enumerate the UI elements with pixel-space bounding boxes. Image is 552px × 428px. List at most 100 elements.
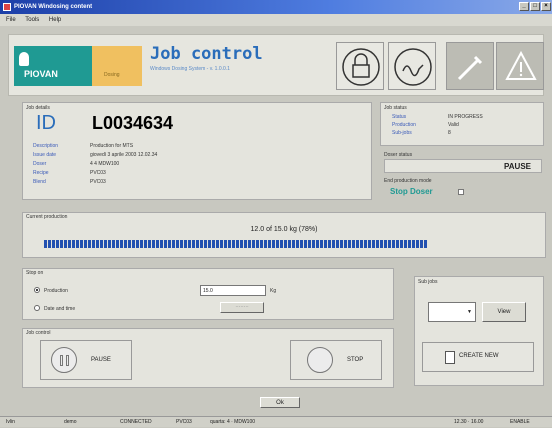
tools-button[interactable] (446, 42, 494, 90)
logo-mark-icon (19, 52, 29, 66)
ok-button[interactable]: Ok (260, 397, 300, 408)
progress-segment (160, 240, 163, 248)
progress-segment (88, 240, 91, 248)
progress-segment (312, 240, 315, 248)
brand-name: PIOVAN (24, 69, 58, 79)
recipe-value: PVC03 (90, 170, 106, 176)
progress-segment (212, 240, 215, 248)
progress-segment (252, 240, 255, 248)
stop-on-label: Stop on (26, 270, 44, 276)
status-value: IN PROGRESS (448, 114, 483, 120)
progress-segment (288, 240, 291, 248)
progress-segment (284, 240, 287, 248)
progress-segment (412, 240, 415, 248)
progress-segment (144, 240, 147, 248)
minimize-button[interactable]: _ (519, 2, 529, 11)
dosing-logo: Dosing (92, 46, 142, 86)
menu-help[interactable]: Help (49, 17, 61, 23)
progress-segment (296, 240, 299, 248)
progress-segment (180, 240, 183, 248)
page-title: Job control (150, 44, 263, 64)
progress-segment (64, 240, 67, 248)
progress-segment (136, 240, 139, 248)
page-subtitle: Windows Dosing System - v. 1.0.0.1 (150, 66, 230, 72)
sub-jobs-label: Sub jobs (418, 279, 438, 285)
progress-segment (56, 240, 59, 248)
progress-segment (208, 240, 211, 248)
progress-segment (396, 240, 399, 248)
production-radio[interactable] (34, 287, 40, 293)
view-button[interactable]: View (482, 302, 526, 322)
wrench-icon (457, 55, 483, 81)
progress-segment (380, 240, 383, 248)
progress-segment (344, 240, 347, 248)
progress-segment (112, 240, 115, 248)
brand2-name: Dosing (104, 72, 120, 78)
blend-label: Blend (33, 179, 46, 185)
stop-button[interactable]: STOP (290, 340, 382, 380)
sub-jobs-select[interactable]: ▼ (428, 302, 476, 322)
progress-segment (364, 240, 367, 248)
progress-segment (168, 240, 171, 248)
doser-status-value: PAUSE (384, 159, 542, 173)
progress-segment (372, 240, 375, 248)
maximize-button[interactable]: □ (530, 2, 540, 11)
unit-label: Kg (270, 288, 277, 294)
job-details-panel (22, 102, 372, 200)
description-value: Production for MTS (90, 143, 134, 149)
progress-segment (332, 240, 335, 248)
recipe-label: Recipe (33, 170, 49, 176)
progress-segment (220, 240, 223, 248)
window-title: PIOVAN Windosing content (14, 4, 93, 10)
production-panel (22, 212, 546, 258)
progress-segment (100, 240, 103, 248)
progress-segment (388, 240, 391, 248)
date-picker-button[interactable]: ........ (220, 302, 264, 313)
progress-segment (224, 240, 227, 248)
status-recipe: PVC03 (176, 419, 192, 425)
menu-tools[interactable]: Tools (25, 17, 39, 23)
app-icon (3, 3, 11, 11)
progress-segment (260, 240, 263, 248)
issue-date-label: Issue date (33, 152, 57, 158)
progress-segment (176, 240, 179, 248)
job-control-label: Job control (26, 330, 51, 336)
status-caps: ENABLE (510, 419, 530, 425)
end-mode-checkbox[interactable] (458, 189, 464, 195)
create-new-button[interactable]: CREATE NEW (422, 342, 534, 372)
progress-segment (348, 240, 351, 248)
signature-button[interactable] (388, 42, 436, 90)
warning-button[interactable] (496, 42, 544, 90)
progress-segment (104, 240, 107, 248)
job-status-label: Job status (384, 105, 407, 111)
progress-segment (416, 240, 419, 248)
padlock-icon (342, 48, 380, 86)
pause-button[interactable]: PAUSE (40, 340, 132, 380)
progress-segment (280, 240, 283, 248)
piovan-logo: PIOVAN (14, 46, 92, 86)
progress-segment (132, 240, 135, 248)
progress-segment (108, 240, 111, 248)
progress-segment (292, 240, 295, 248)
progress-segment (68, 240, 71, 248)
production-stop-input[interactable]: 15.0 (200, 285, 266, 296)
progress-segment (424, 240, 427, 248)
end-mode-label: End production mode (384, 178, 432, 184)
progress-segment (120, 240, 123, 248)
progress-segment (324, 240, 327, 248)
progress-segment (80, 240, 83, 248)
menu-bar: File Tools Help (0, 14, 552, 26)
status-label: Status (392, 114, 407, 120)
progress-segment (196, 240, 199, 248)
document-icon (445, 351, 455, 364)
progress-segment (408, 240, 411, 248)
job-details-label: Job details (26, 105, 50, 111)
date-radio[interactable] (34, 305, 40, 311)
progress-segment (308, 240, 311, 248)
close-button[interactable]: × (541, 2, 551, 11)
job-id-value: L0034634 (92, 113, 174, 133)
progress-segment (356, 240, 359, 248)
lock-button[interactable] (336, 42, 384, 90)
menu-file[interactable]: File (6, 17, 16, 23)
progress-segment (368, 240, 371, 248)
